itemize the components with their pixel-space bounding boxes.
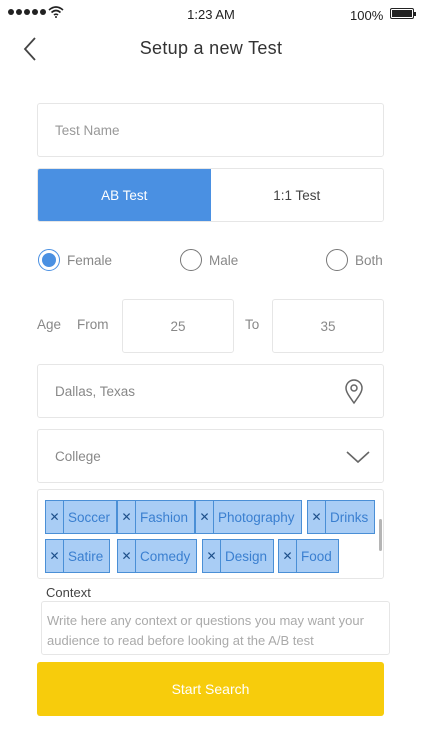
tag-chip[interactable]: ✕ Design xyxy=(202,539,275,573)
chevron-down-icon xyxy=(346,451,370,464)
age-label: Age xyxy=(37,317,62,332)
age-from-field[interactable]: 25 xyxy=(122,299,234,353)
tag-label: Fashion xyxy=(140,509,189,525)
remove-tag-icon[interactable]: ✕ xyxy=(46,501,64,533)
signal-icon xyxy=(8,9,46,15)
tag-label: Design xyxy=(225,548,268,564)
radio-selected-icon xyxy=(38,249,60,271)
tag-label: Satire xyxy=(68,548,104,564)
radio-male-label: Male xyxy=(209,252,239,268)
test-name-input[interactable] xyxy=(38,104,383,156)
status-time: 1:23 AM xyxy=(187,7,235,22)
remove-tag-icon[interactable]: ✕ xyxy=(308,501,326,533)
age-to-label: To xyxy=(245,317,260,332)
age-from-label: From xyxy=(77,317,109,332)
radio-both-label: Both xyxy=(355,252,383,268)
radio-male[interactable]: Male xyxy=(180,249,238,271)
tag-label: Photography xyxy=(218,509,295,525)
context-field[interactable] xyxy=(41,601,390,655)
remove-tag-icon[interactable]: ✕ xyxy=(196,501,214,533)
tag-label: Food xyxy=(301,548,332,564)
tag-chip[interactable]: ✕ Comedy xyxy=(117,539,198,573)
tag-chip[interactable]: ✕ Soccer xyxy=(45,500,118,534)
tag-chip[interactable]: ✕ Photography xyxy=(195,500,302,534)
radio-both[interactable]: Both xyxy=(326,249,383,271)
radio-female[interactable]: Female xyxy=(38,249,112,271)
remove-tag-icon[interactable]: ✕ xyxy=(203,540,221,572)
education-value: College xyxy=(55,448,101,464)
tag-chip[interactable]: ✕ Food xyxy=(278,539,339,573)
remove-tag-icon[interactable]: ✕ xyxy=(46,540,64,572)
education-dropdown[interactable]: College xyxy=(37,429,384,483)
segment-one-to-one-test[interactable]: 1:1 Test xyxy=(210,169,383,221)
radio-unselected-icon xyxy=(326,249,348,271)
start-search-button[interactable]: Start Search xyxy=(37,662,384,716)
tags-scrollbar[interactable] xyxy=(379,519,382,551)
page-title: Setup a new Test xyxy=(139,38,283,58)
battery-icon xyxy=(390,8,416,19)
tag-chip[interactable]: ✕ Satire xyxy=(45,539,111,573)
location-value: Dallas, Texas xyxy=(55,383,136,399)
age-to-field[interactable]: 35 xyxy=(272,299,384,353)
radio-female-label: Female xyxy=(67,252,113,268)
location-field[interactable]: Dallas, Texas xyxy=(37,364,384,418)
context-label: Context xyxy=(46,585,91,600)
remove-tag-icon[interactable]: ✕ xyxy=(118,540,136,572)
remove-tag-icon[interactable]: ✕ xyxy=(118,501,136,533)
tag-label: Drinks xyxy=(330,509,369,525)
battery-percent: 100% xyxy=(350,8,384,23)
radio-unselected-icon xyxy=(180,249,202,271)
location-pin-icon[interactable] xyxy=(343,379,365,405)
segment-ab-test[interactable]: AB Test xyxy=(38,169,211,221)
tag-chip[interactable]: ✕ Drinks xyxy=(307,500,376,534)
tag-chip[interactable]: ✕ Fashion xyxy=(117,500,196,534)
remove-tag-icon[interactable]: ✕ xyxy=(279,540,297,572)
test-name-field[interactable] xyxy=(37,103,384,157)
tag-label: Comedy xyxy=(140,548,191,564)
status-bar: 1:23 AM 100% xyxy=(0,0,422,34)
wifi-icon xyxy=(48,6,64,18)
test-type-segmented-control: AB Test 1:1 Test xyxy=(37,168,384,222)
tag-label: Soccer xyxy=(68,509,111,525)
context-textarea[interactable] xyxy=(42,602,389,654)
